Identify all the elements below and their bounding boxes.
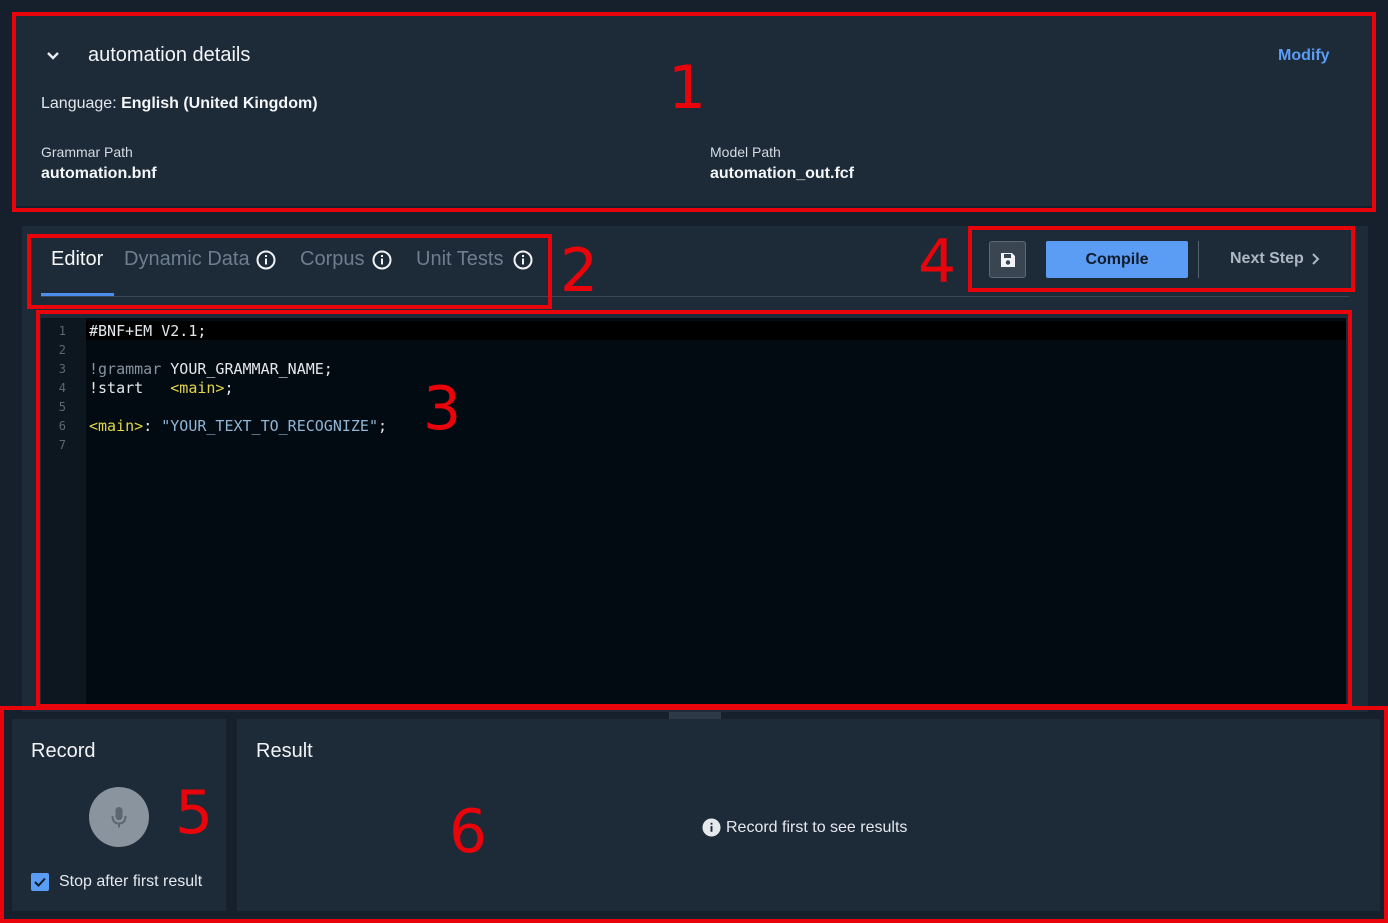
code-rule: <main> xyxy=(89,417,144,435)
grammar-path-value: automation.bnf xyxy=(41,165,157,182)
microphone-icon xyxy=(111,807,127,828)
info-icon[interactable] xyxy=(513,250,533,270)
toolbar-divider xyxy=(1198,241,1199,278)
code-string: "YOUR_TEXT_TO_RECOGNIZE" xyxy=(161,417,378,435)
code-keyword: !start xyxy=(89,379,144,397)
floppy-disk-icon xyxy=(1000,252,1015,267)
line-number: 6 xyxy=(58,419,66,433)
line-number: 4 xyxy=(58,381,66,395)
details-title: automation details xyxy=(88,44,251,66)
checkmark-icon xyxy=(34,877,46,887)
record-button[interactable] xyxy=(89,787,149,847)
language-row: Language: English (United Kingdom) xyxy=(41,95,318,113)
code-text: #BNF+EM V2.1; xyxy=(89,322,207,340)
line-number: 2 xyxy=(58,343,66,357)
tab-dynamic-data[interactable]: Dynamic Data xyxy=(124,248,250,271)
result-title: Result xyxy=(256,740,313,762)
annotation-number-5: 5 xyxy=(175,778,214,848)
language-value: English (United Kingdom) xyxy=(121,95,318,112)
active-line-highlight xyxy=(86,321,1346,340)
record-title: Record xyxy=(31,740,96,762)
tab-divider xyxy=(41,296,1349,297)
code-line-6[interactable]: <main>: "YOUR_TEXT_TO_RECOGNIZE"; xyxy=(89,417,387,435)
code-keyword: !grammar xyxy=(89,360,162,378)
info-icon xyxy=(702,818,721,837)
modify-link[interactable]: Modify xyxy=(1278,47,1330,65)
code-text: ; xyxy=(378,417,388,435)
tab-unit-tests[interactable]: Unit Tests xyxy=(416,248,503,271)
annotation-number-1: 1 xyxy=(668,53,707,123)
code-rule: <main> xyxy=(170,379,225,397)
code-line-3[interactable]: !grammar YOUR_GRAMMAR_NAME; xyxy=(89,360,333,378)
annotation-number-4: 4 xyxy=(918,227,957,297)
chevron-down-icon[interactable] xyxy=(42,48,64,64)
stop-after-first-result-checkbox[interactable] xyxy=(31,873,49,891)
tab-editor[interactable]: Editor xyxy=(51,248,103,271)
line-number: 7 xyxy=(58,438,66,452)
tab-corpus[interactable]: Corpus xyxy=(300,248,364,271)
code-text: : xyxy=(143,417,162,435)
result-message-text: Record first to see results xyxy=(726,818,908,836)
info-icon[interactable] xyxy=(256,250,276,270)
code-line-4[interactable]: !start <main>; xyxy=(89,379,234,397)
checkbox-label[interactable]: Stop after first result xyxy=(59,873,202,891)
annotation-number-2: 2 xyxy=(560,236,599,306)
annotation-number-6: 6 xyxy=(449,797,488,867)
line-number: 1 xyxy=(58,324,66,338)
line-number: 5 xyxy=(58,400,66,414)
code-line-1[interactable]: #BNF+EM V2.1; xyxy=(89,322,206,340)
save-button[interactable] xyxy=(989,241,1026,278)
code-text: YOUR_GRAMMAR_NAME; xyxy=(161,360,333,378)
code-text: ; xyxy=(224,379,234,397)
result-panel xyxy=(237,719,1380,911)
chevron-right-icon[interactable] xyxy=(1310,252,1322,266)
info-icon[interactable] xyxy=(372,250,392,270)
compile-button[interactable]: Compile xyxy=(1046,241,1188,278)
model-path-label: Model Path xyxy=(710,144,781,160)
model-path-value: automation_out.fcf xyxy=(710,165,854,182)
next-step-button[interactable]: Next Step xyxy=(1230,250,1304,268)
grammar-path-label: Grammar Path xyxy=(41,144,133,160)
line-number: 3 xyxy=(58,362,66,376)
result-empty-message: Record first to see results xyxy=(702,818,907,837)
annotation-number-3: 3 xyxy=(423,374,462,444)
language-label: Language: xyxy=(41,95,117,112)
